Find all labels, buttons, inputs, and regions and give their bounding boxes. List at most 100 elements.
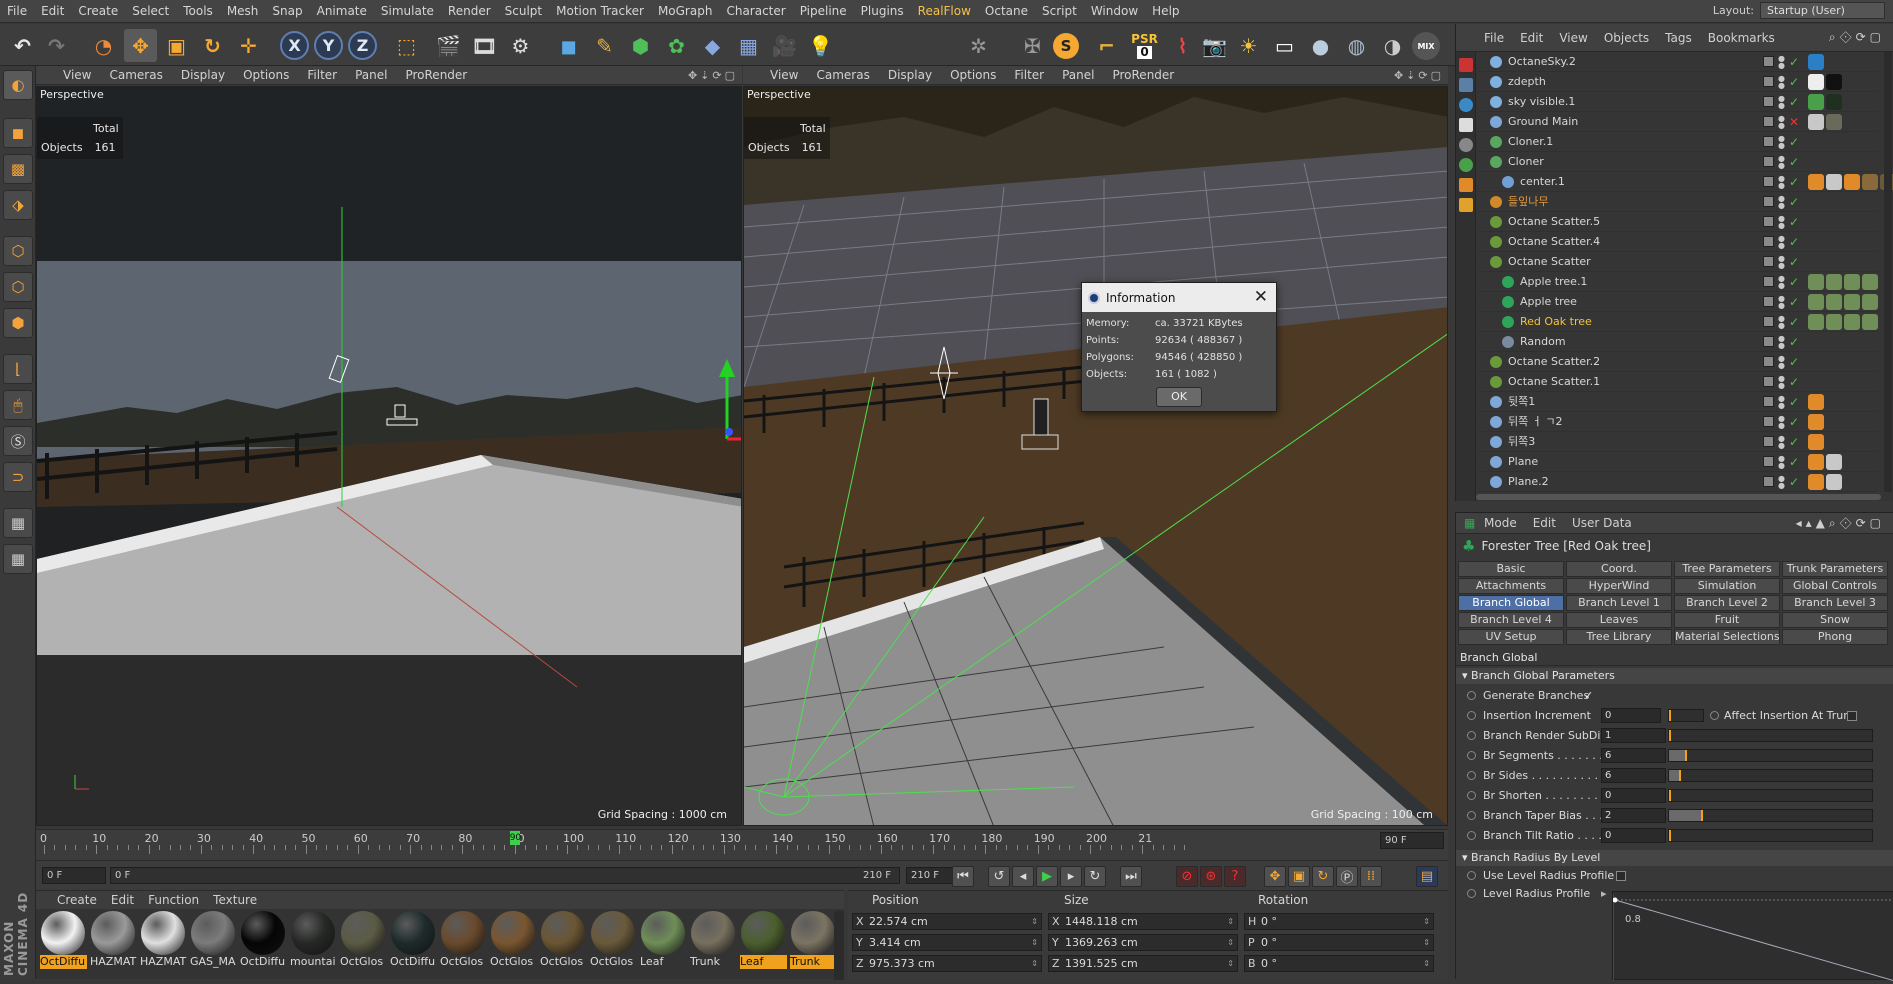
material-swatch[interactable]: OctGlos — [440, 911, 487, 971]
vp2-menu-filter[interactable]: Filter — [1005, 68, 1053, 82]
vp2-menu-panel[interactable]: Panel — [1053, 68, 1103, 82]
previous-key-icon[interactable]: ↺ — [988, 866, 1010, 887]
om-menu-file[interactable]: File — [1476, 31, 1512, 45]
size-y-field[interactable]: Y 1369.263 cm ⇕ — [1048, 934, 1238, 951]
tab-attachments[interactable]: Attachments — [1458, 578, 1564, 594]
texture-mode-icon[interactable]: ▩ — [3, 154, 33, 184]
menu-plugins[interactable]: Plugins — [854, 4, 911, 18]
enabled-check-icon[interactable]: ✓ — [1789, 192, 1799, 212]
radio-icon[interactable] — [1467, 811, 1476, 820]
visibility-dots[interactable]: ● ● — [1778, 355, 1785, 370]
object-tag-icon[interactable] — [1862, 314, 1878, 330]
move-tool-icon[interactable]: ✥ — [124, 29, 157, 62]
stepper-icon[interactable]: ⇕ — [1423, 914, 1430, 929]
attr-nav-icons[interactable]: ◂▴▲⌕⟐⟳▢ — [1788, 516, 1893, 531]
key-position-icon[interactable]: ✥ — [1264, 866, 1286, 887]
playhead[interactable]: 90 — [509, 831, 521, 845]
visibility-dots[interactable]: ● ● — [1778, 435, 1785, 450]
object-tag-icon[interactable] — [1826, 114, 1842, 130]
om-horizontal-scrollbar[interactable] — [1476, 494, 1881, 500]
layer-checkbox[interactable] — [1763, 296, 1774, 307]
enabled-check-icon[interactable]: ✓ — [1789, 452, 1799, 472]
visibility-dots[interactable]: ● ● — [1778, 215, 1785, 230]
rotation-b-field[interactable]: B 0 ° ⇕ — [1244, 955, 1434, 972]
material-swatch[interactable]: OctGlos — [540, 911, 587, 971]
object-tag-icon[interactable] — [1808, 74, 1824, 90]
object-tag-icon[interactable] — [1808, 274, 1824, 290]
object-row[interactable]: Random ● ● ✓ — [1478, 332, 1878, 352]
om-vertical-scrollbar[interactable] — [1884, 52, 1892, 492]
floor-icon[interactable]: ▦ — [732, 29, 765, 62]
polygons-mode-icon[interactable]: ⬢ — [3, 308, 33, 338]
attr-menu-mode[interactable]: Mode — [1476, 516, 1525, 530]
attr-menu-userdata[interactable]: User Data — [1564, 516, 1640, 530]
layer-checkbox[interactable] — [1763, 376, 1774, 387]
object-tag-icon[interactable] — [1844, 274, 1860, 290]
coordinate-system-icon[interactable]: ⬚ — [390, 29, 423, 62]
radio-icon[interactable] — [1710, 711, 1719, 720]
object-row[interactable]: Plane.2 ● ● ✓ — [1478, 472, 1878, 492]
rotation-h-field[interactable]: H 0 ° ⇕ — [1244, 913, 1434, 930]
object-row[interactable]: 뒤쪽 ㅓ ㄱ2 ● ● ✓ — [1478, 412, 1878, 432]
radio-icon[interactable] — [1467, 831, 1476, 840]
position-y-field[interactable]: Y 3.414 cm ⇕ — [852, 934, 1042, 951]
magnet-icon[interactable]: ⊃ — [3, 462, 33, 492]
vp-menu-options[interactable]: Options — [234, 68, 298, 82]
visibility-dots[interactable]: ● ● — [1778, 115, 1785, 130]
param-value-field[interactable]: 2 — [1601, 808, 1666, 823]
size-x-field[interactable]: X 1448.118 cm ⇕ — [1048, 913, 1238, 930]
s-snap-icon[interactable]: S — [1053, 33, 1079, 59]
mix-material-icon[interactable]: MIX — [1412, 32, 1440, 60]
tab-simulation[interactable]: Simulation — [1674, 578, 1780, 594]
stepper-icon[interactable]: ⇕ — [1423, 956, 1430, 971]
object-tag-icon[interactable] — [1808, 474, 1824, 490]
octane-live-viewer-icon[interactable]: ◐ — [3, 70, 33, 100]
enabled-check-icon[interactable]: ✓ — [1789, 132, 1799, 152]
menu-motion-tracker[interactable]: Motion Tracker — [549, 4, 651, 18]
visibility-dots[interactable]: ● ● — [1778, 375, 1785, 390]
enabled-check-icon[interactable]: ✓ — [1789, 372, 1799, 392]
pen-spline-icon[interactable]: ✎ — [588, 29, 621, 62]
timeline-ruler[interactable]: 0 10 20 30 40 50 60 70 80 90 100 110 120 130 140 150 160… — [36, 829, 1448, 860]
material-swatch[interactable]: OctGlos — [490, 911, 537, 971]
close-icon[interactable]: ✕ — [1254, 287, 1268, 307]
visibility-dots[interactable]: ● ● — [1778, 55, 1785, 70]
vp-menu-filter[interactable]: Filter — [298, 68, 346, 82]
menu-select[interactable]: Select — [125, 4, 176, 18]
enabled-check-icon[interactable]: ✓ — [1789, 232, 1799, 252]
autokey-icon[interactable]: ⊛ — [1200, 866, 1222, 887]
enabled-check-icon[interactable]: ✓ — [1789, 52, 1799, 72]
vp-menu-prorender[interactable]: ProRender — [396, 68, 476, 82]
tab-phong[interactable]: Phong — [1782, 629, 1888, 645]
tab-tree-parameters[interactable]: Tree Parameters — [1674, 561, 1780, 577]
om-menu-objects[interactable]: Objects — [1596, 31, 1657, 45]
play-icon[interactable]: ▶ — [1036, 866, 1058, 887]
record-keys-icon[interactable]: ⊘ — [1176, 866, 1198, 887]
object-tag-icon[interactable] — [1826, 174, 1842, 190]
object-row[interactable]: Cloner ● ● ✓ — [1478, 152, 1878, 172]
object-row[interactable]: Octane Scatter.4 ● ● ✓ — [1478, 232, 1878, 252]
object-row[interactable]: Apple tree ● ● ✓ — [1478, 292, 1878, 312]
tab-fruit[interactable]: Fruit — [1674, 612, 1780, 628]
object-row[interactable]: Octane Scatter.1 ● ● ✓ — [1478, 372, 1878, 392]
visibility-dots[interactable]: ● ● — [1778, 255, 1785, 270]
param-slider[interactable] — [1668, 749, 1873, 762]
attr-menu-edit[interactable]: Edit — [1525, 516, 1564, 530]
tab-branch-level-2[interactable]: Branch Level 2 — [1674, 595, 1780, 611]
tab-global-controls[interactable]: Global Controls — [1782, 578, 1888, 594]
material-swatch[interactable]: GAS_MA — [190, 911, 237, 971]
param-value-field[interactable]: 6 — [1601, 768, 1666, 783]
object-tag-icon[interactable] — [1808, 114, 1824, 130]
stepper-icon[interactable]: ⇕ — [1031, 914, 1038, 929]
vp2-menu-display[interactable]: Display — [879, 68, 941, 82]
disabled-icon[interactable]: ✕ — [1789, 112, 1799, 132]
object-tag-icon[interactable] — [1808, 314, 1824, 330]
axis-icon[interactable]: ⌐ — [1090, 29, 1123, 62]
menu-edit[interactable]: Edit — [34, 4, 71, 18]
go-to-start-icon[interactable]: ⏮ — [952, 866, 974, 887]
layer-checkbox[interactable] — [1763, 476, 1774, 487]
rotation-p-field[interactable]: P 0 ° ⇕ — [1244, 934, 1434, 951]
visibility-dots[interactable]: ● ● — [1778, 95, 1785, 110]
live-selection-icon[interactable]: ◔ — [87, 29, 120, 62]
render-view-icon[interactable]: 🎬 — [432, 29, 465, 62]
